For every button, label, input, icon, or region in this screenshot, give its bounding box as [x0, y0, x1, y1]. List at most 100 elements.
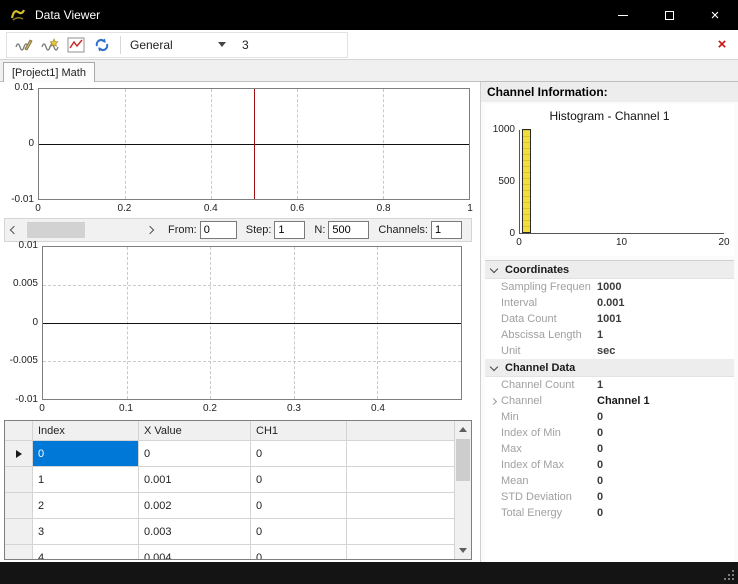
plot1-ytick: 0.01: [4, 82, 34, 93]
property-label: Min: [501, 411, 597, 423]
signal-new-button[interactable]: [37, 34, 63, 56]
property-row-channel[interactable]: Channel Channel 1: [485, 393, 734, 409]
cell-ch1[interactable]: 0: [251, 519, 347, 544]
step-input[interactable]: [274, 221, 305, 239]
plot2-xtick: 0: [39, 403, 45, 414]
property-row[interactable]: Index of Max 0: [485, 457, 734, 473]
property-row[interactable]: Channel Count 1: [485, 377, 734, 393]
cell-xvalue[interactable]: 0: [139, 441, 251, 466]
signal-trace: [43, 323, 461, 324]
property-row[interactable]: Total Energy 0: [485, 505, 734, 521]
property-row[interactable]: STD Deviation 0: [485, 489, 734, 505]
channel-info-header: Channel Information:: [481, 82, 738, 102]
cell-xvalue[interactable]: 0.004: [139, 545, 251, 559]
close-panel-button[interactable]: ×: [713, 35, 731, 53]
plot2-canvas[interactable]: [42, 246, 462, 400]
plot2-ytick: -0.005: [4, 355, 38, 366]
hist-ytick: 0: [485, 228, 515, 239]
cell-xvalue[interactable]: 0.003: [139, 519, 251, 544]
plot1-x-axis: 0 0.2 0.4 0.6 0.8 1: [38, 202, 470, 216]
group-channel-data[interactable]: Channel Data: [485, 359, 734, 377]
table-row[interactable]: 4 0.004 0: [5, 545, 454, 559]
row-header[interactable]: [5, 467, 33, 492]
refresh-button[interactable]: [89, 34, 115, 56]
channel-expander[interactable]: [485, 399, 501, 404]
property-row[interactable]: Unit sec: [485, 343, 734, 359]
cell-ch1[interactable]: 0: [251, 441, 347, 466]
channels-input[interactable]: [431, 221, 462, 239]
histogram-canvas[interactable]: [519, 130, 724, 234]
cell-ch1[interactable]: 0: [251, 545, 347, 559]
scrollbar-thumb[interactable]: [456, 439, 470, 481]
table-vertical-scrollbar[interactable]: [454, 421, 471, 559]
row-header[interactable]: [5, 493, 33, 518]
property-row[interactable]: Sampling Frequen 1000: [485, 279, 734, 295]
maximize-button[interactable]: [646, 0, 692, 30]
row-header[interactable]: [5, 545, 33, 559]
app-icon[interactable]: [9, 6, 27, 24]
scroll-up-button[interactable]: [455, 421, 471, 438]
scrollbar-track[interactable]: [455, 438, 471, 542]
titlebar: Data Viewer ×: [0, 0, 738, 30]
hist-xtick: 20: [718, 237, 729, 248]
n-input[interactable]: [328, 221, 369, 239]
column-header-xvalue[interactable]: X Value: [139, 421, 251, 440]
data-table: Index X Value CH1 0 0 0 1: [4, 420, 472, 560]
plot1-canvas[interactable]: [38, 88, 470, 200]
cell-xvalue[interactable]: 0.001: [139, 467, 251, 492]
table-row[interactable]: 2 0.002 0: [5, 493, 454, 519]
property-row[interactable]: Index of Min 0: [485, 425, 734, 441]
chevron-right-icon: [489, 397, 496, 404]
cell-xvalue[interactable]: 0.002: [139, 493, 251, 518]
view-mode-select[interactable]: General: [126, 35, 230, 55]
property-row[interactable]: Abscissa Length 1: [485, 327, 734, 343]
cell-index[interactable]: 2: [33, 493, 139, 518]
plot2-xtick: 0.3: [287, 403, 301, 414]
row-header[interactable]: [5, 519, 33, 544]
scroll-down-button[interactable]: [455, 542, 471, 559]
group-coordinates[interactable]: Coordinates: [485, 261, 734, 279]
channel-info-pane: Channel Information: Histogram - Channel…: [480, 82, 738, 562]
resize-grip[interactable]: [722, 568, 734, 580]
cell-ch1[interactable]: 0: [251, 493, 347, 518]
property-value: sec: [597, 345, 615, 357]
property-row[interactable]: Data Count 1001: [485, 311, 734, 327]
plot2-xtick: 0.1: [119, 403, 133, 414]
scroll-left-button[interactable]: [5, 219, 23, 241]
cell-index[interactable]: 1: [33, 467, 139, 492]
count-field[interactable]: 3: [242, 38, 249, 52]
histogram-title: Histogram - Channel 1: [485, 104, 734, 123]
property-row[interactable]: Max 0: [485, 441, 734, 457]
column-header-index[interactable]: Index: [33, 421, 139, 440]
cell-index[interactable]: 0: [33, 441, 139, 466]
cursor-line[interactable]: [254, 89, 255, 199]
plot-view-button[interactable]: [63, 34, 89, 56]
scroll-right-button[interactable]: [141, 219, 159, 241]
cell-index[interactable]: 3: [33, 519, 139, 544]
table-row[interactable]: 1 0.001 0: [5, 467, 454, 493]
table-row[interactable]: 0 0 0: [5, 441, 454, 467]
table-row[interactable]: 3 0.003 0: [5, 519, 454, 545]
chevron-down-icon[interactable]: [490, 362, 498, 370]
range-scrollbar[interactable]: [23, 219, 141, 241]
column-header-ch1[interactable]: CH1: [251, 421, 347, 440]
cell-ch1[interactable]: 0: [251, 467, 347, 492]
tab-project1-math[interactable]: [Project1] Math: [3, 62, 95, 82]
row-header[interactable]: [5, 441, 33, 466]
group-label: Coordinates: [505, 264, 569, 276]
toolbar-separator: [120, 36, 121, 54]
signal-edit-button[interactable]: [11, 34, 37, 56]
plot1-xtick: 0: [35, 203, 41, 214]
minimize-button[interactable]: [600, 0, 646, 30]
property-label: Interval: [501, 297, 597, 309]
chevron-down-icon[interactable]: [490, 264, 498, 272]
close-button[interactable]: ×: [692, 0, 738, 30]
plot2-ytick: 0.005: [4, 278, 38, 289]
property-row[interactable]: Min 0: [485, 409, 734, 425]
from-input[interactable]: [200, 221, 237, 239]
property-row[interactable]: Mean 0: [485, 473, 734, 489]
plot2-ytick: 0: [4, 317, 38, 328]
cell-index[interactable]: 4: [33, 545, 139, 559]
property-row[interactable]: Interval 0.001: [485, 295, 734, 311]
range-scrollbar-thumb[interactable]: [27, 222, 85, 238]
